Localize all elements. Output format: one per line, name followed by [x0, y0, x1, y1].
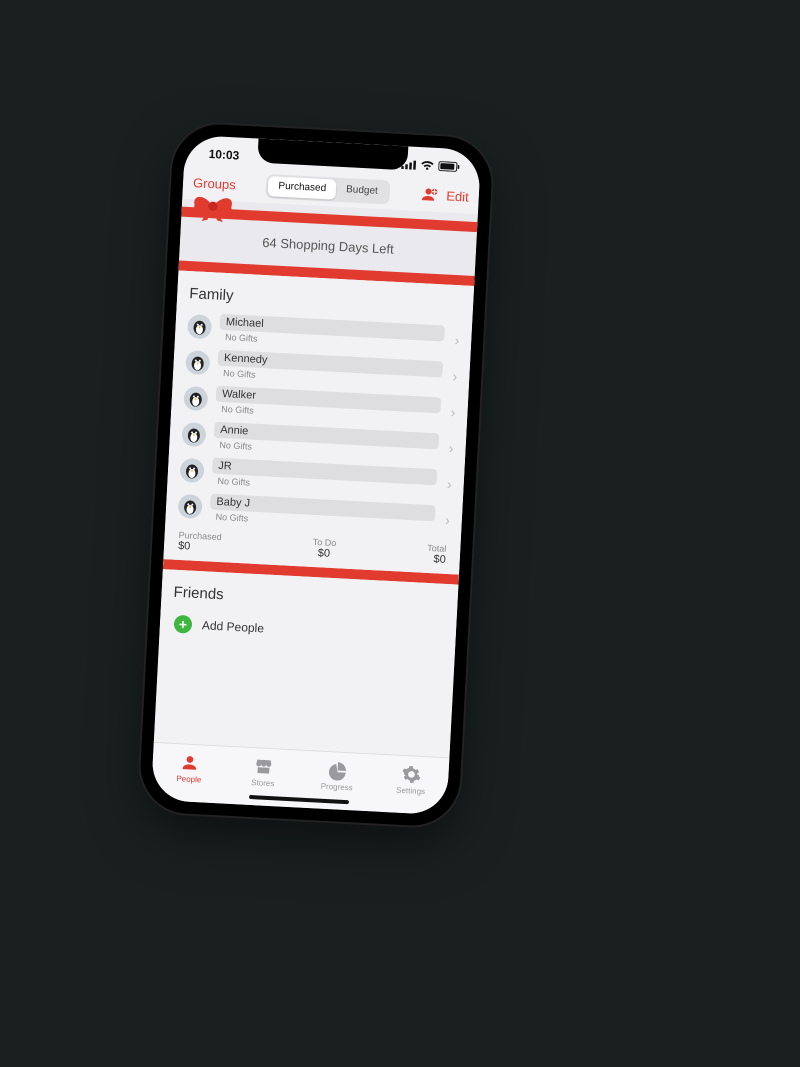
tab-label: Settings: [396, 786, 425, 797]
avatar: [187, 314, 212, 339]
tab-label: Progress: [320, 782, 352, 793]
summary-purchased: Purchased $0: [178, 530, 222, 554]
penguin-icon: [180, 496, 201, 517]
chevron-right-icon: ›: [452, 332, 461, 348]
battery-icon: [438, 161, 460, 172]
tab-progress[interactable]: Progress: [299, 751, 375, 802]
avatar: [178, 494, 203, 519]
bow-icon: [189, 189, 237, 223]
chevron-right-icon: ›: [445, 476, 454, 492]
chevron-right-icon: ›: [447, 440, 456, 456]
status-icons: [401, 159, 460, 172]
penguin-icon: [182, 460, 203, 481]
avatar: [179, 458, 204, 483]
chevron-right-icon: ›: [450, 368, 459, 384]
tab-stores[interactable]: Stores: [225, 747, 301, 798]
add-person-icon[interactable]: [420, 185, 439, 204]
segment-budget[interactable]: Budget: [336, 180, 389, 203]
phone-frame: 10:03 Groups Purchased Budget Edit: [138, 122, 494, 828]
avatar: [183, 386, 208, 411]
penguin-icon: [187, 352, 208, 373]
main-scroll[interactable]: Family Michael No Gifts ›: [154, 271, 474, 758]
tab-settings[interactable]: Settings: [373, 754, 449, 805]
segment-purchased[interactable]: Purchased: [268, 176, 337, 200]
avatar: [181, 422, 206, 447]
tab-label: Stores: [251, 778, 275, 788]
chevron-right-icon: ›: [443, 512, 452, 528]
avatar: [185, 350, 210, 375]
person-icon: [179, 752, 200, 773]
summary-total: Total $0: [426, 543, 446, 566]
penguin-icon: [189, 316, 210, 337]
status-time: 10:03: [208, 147, 239, 163]
store-icon: [253, 756, 274, 777]
summary-todo: To Do $0: [312, 537, 337, 560]
gear-icon: [401, 764, 422, 785]
screen: 10:03 Groups Purchased Budget Edit: [151, 135, 481, 816]
pie-icon: [327, 760, 348, 781]
penguin-icon: [185, 388, 206, 409]
penguin-icon: [183, 424, 204, 445]
chevron-right-icon: ›: [448, 404, 457, 420]
edit-button[interactable]: Edit: [446, 188, 469, 204]
wifi-icon: [420, 160, 435, 171]
plus-circle-icon: +: [174, 615, 193, 634]
tab-label: People: [176, 774, 201, 784]
tab-people[interactable]: People: [151, 743, 227, 794]
add-people-label: Add People: [202, 618, 265, 635]
view-segmented-control[interactable]: Purchased Budget: [266, 174, 391, 204]
